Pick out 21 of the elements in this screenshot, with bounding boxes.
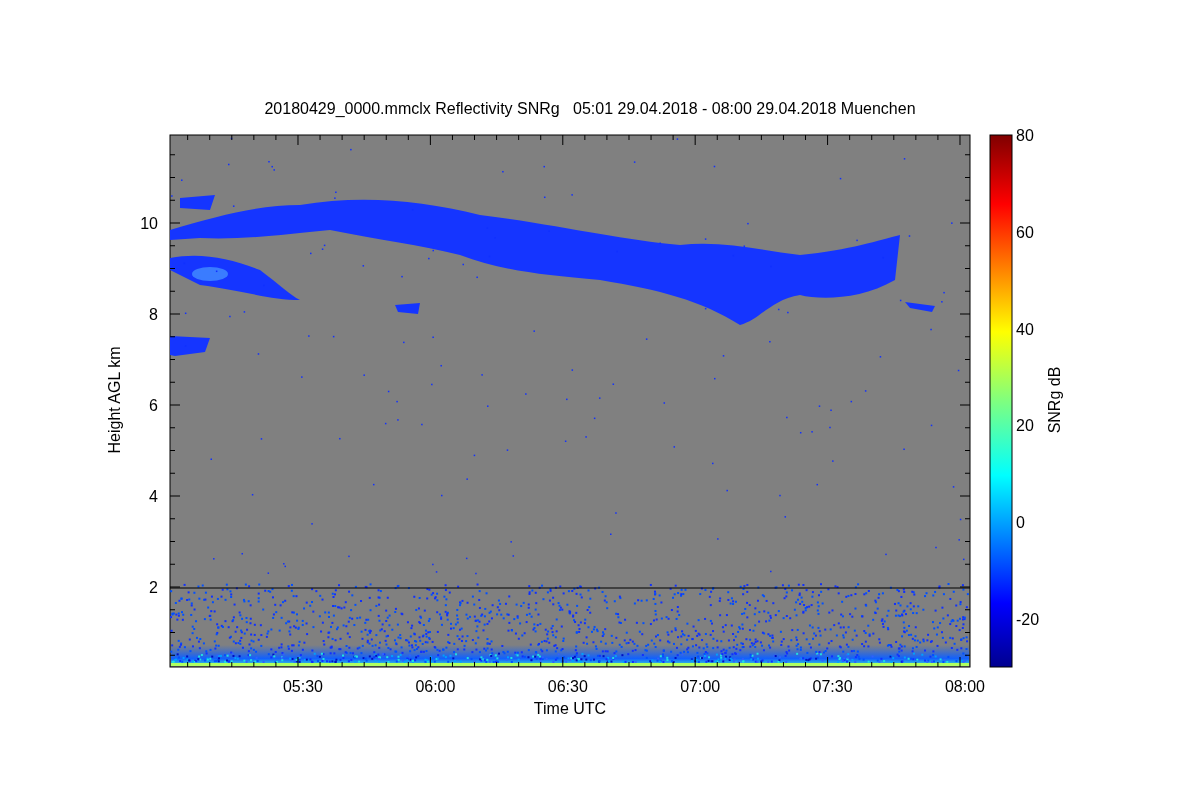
y-tick-label: 4	[149, 488, 158, 505]
y-axis-label: Height AGL km	[106, 346, 123, 454]
y-tick-label: 8	[149, 306, 158, 323]
x-axis-label: Time UTC	[533, 700, 607, 717]
y-tick-label: 2	[149, 579, 158, 596]
colorbar-tick-label: 0	[1016, 514, 1025, 532]
colorbar-tick-label: 80	[1016, 127, 1034, 144]
y-tick-label: 10	[140, 215, 158, 232]
colorbar-tick-label: -20	[1016, 611, 1040, 628]
colorbar-tick-label: 20	[1016, 417, 1034, 435]
x-tick-label: 07:00	[680, 678, 721, 695]
x-tick-label: 05:30	[283, 678, 323, 695]
x-tick-label: 07:30	[812, 678, 853, 695]
chart-title: 20180429_0000.mmclx Reflectivity SNRg 05:01 29.04.2018 - 08:00 29.04.2018 Muenchen	[264, 100, 916, 117]
y-tick-label: 6	[149, 397, 158, 414]
x-tick-label: 06:00	[415, 678, 456, 695]
colorbar-label: SNRg dB	[1046, 366, 1063, 434]
x-tick-label: 06:30	[547, 678, 588, 695]
colorbar-tick-label: 40	[1016, 320, 1034, 338]
x-tick-label: 08:00	[945, 678, 985, 695]
colorbar-tick-label: 60	[1016, 223, 1034, 241]
